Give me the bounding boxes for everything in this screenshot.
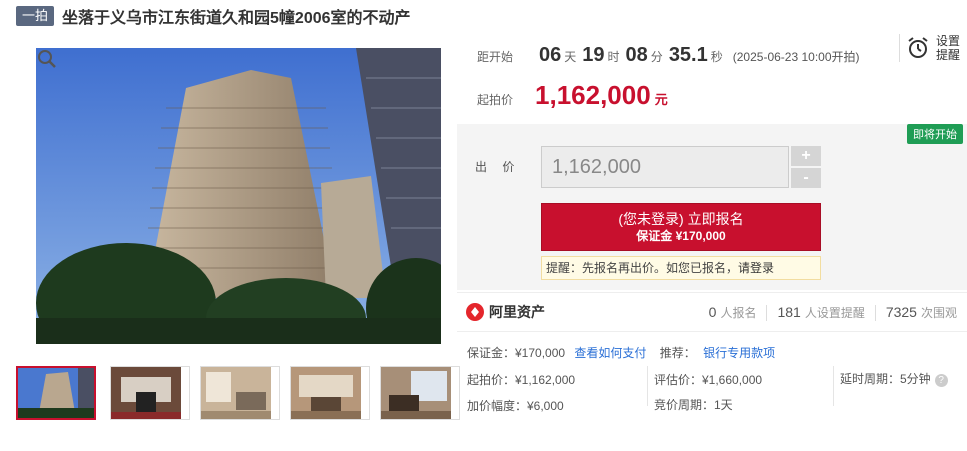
how-to-pay-link[interactable]: 查看如何支付 — [574, 346, 646, 360]
thumbnail-4[interactable] — [290, 366, 370, 420]
start-price-unit: 元 — [654, 92, 668, 107]
thumbnail-1[interactable] — [16, 366, 96, 420]
bid-increment: 加价幅度：¥6,000 — [467, 399, 564, 413]
reminder-label: 设置 提醒 — [936, 34, 962, 62]
signup-count-label: 人报名 — [720, 306, 757, 320]
view-count: 7325 — [885, 304, 917, 320]
decrease-bid-button[interactable]: - — [791, 168, 821, 188]
thumbnail-3[interactable] — [200, 366, 280, 420]
reminder-count-label: 人设置提醒 — [804, 306, 865, 320]
bid-cycle: 竞价周期：1天 — [654, 398, 733, 412]
reminder-count: 181 — [777, 304, 801, 320]
start-price-value: 1,162,000 — [535, 80, 651, 110]
bid-amount-input[interactable]: 1,162,000 — [541, 146, 789, 188]
platform-logo[interactable]: 阿里资产 — [465, 302, 545, 322]
alarm-clock-icon — [908, 37, 928, 58]
signup-deposit-label: 保证金 ¥170,000 — [636, 229, 726, 243]
building-photo — [36, 48, 441, 344]
increase-bid-button[interactable]: + — [791, 146, 821, 166]
column-divider — [833, 366, 834, 406]
signup-button[interactable]: (您未登录) 立即报名 保证金 ¥170,000 — [541, 203, 821, 251]
column-divider — [647, 366, 648, 406]
appraisal-price: 评估价：¥1,660,000 — [654, 373, 763, 387]
countdown: 距开始 06 天 19 时 08 分 35.1 秒 (2025-06-23 10… — [477, 44, 860, 67]
extension-period: 延时周期：5分钟? — [840, 370, 948, 387]
view-count-label: 次围观 — [920, 306, 957, 320]
help-icon[interactable]: ? — [934, 374, 948, 387]
recommend-label: 推荐： — [659, 346, 696, 360]
bid-label: 出 价 — [475, 160, 521, 174]
ali-asset-logo-icon — [466, 303, 484, 321]
login-tip: 提醒：先报名再出价。如您已报名，请登录 — [541, 256, 821, 280]
countdown-seconds-unit: 秒 — [710, 50, 723, 64]
stat-divider — [766, 304, 768, 321]
auction-stats: 0 人报名 181 人设置提醒 7325 次围观 — [709, 304, 957, 321]
reminder-label-line1: 设置 — [936, 34, 961, 48]
signup-count: 0 — [708, 304, 717, 320]
countdown-label: 距开始 — [477, 50, 514, 64]
set-reminder-button[interactable]: 设置 提醒 — [899, 34, 962, 62]
platform-row: 阿里资产 0 人报名 181 人设置提醒 7325 次围观 — [457, 292, 967, 332]
extension-period-text: 延时周期：5分钟 — [840, 372, 931, 386]
countdown-hours: 19 — [582, 44, 605, 66]
stat-divider — [874, 304, 876, 321]
countdown-seconds: 35.1 — [668, 44, 708, 66]
login-link[interactable]: 请登录 — [738, 261, 774, 275]
reminder-label-line2: 提醒 — [936, 48, 961, 62]
deposit-info: 保证金：¥170,000 — [467, 346, 566, 360]
deposit-row: 保证金：¥170,000 查看如何支付 推荐： 银行专用款项 — [467, 344, 775, 361]
start-price-label: 起拍价 — [477, 93, 514, 107]
tip-text: 提醒：先报名再出价。如您已报名， — [546, 261, 739, 275]
page-title: 坐落于义乌市江东街道久和园5幢2006室的不动产 — [62, 10, 411, 27]
bank-payment-link[interactable]: 银行专用款项 — [703, 346, 775, 360]
start-price: 起拍价 1,162,000 元 — [477, 80, 668, 111]
countdown-days: 06 — [539, 44, 562, 66]
countdown-minutes: 08 — [625, 44, 648, 66]
auction-round-badge: 一拍 — [16, 6, 55, 26]
status-badge: 即将开始 — [907, 124, 963, 144]
main-property-image[interactable] — [16, 43, 461, 344]
thumbnail-2[interactable] — [110, 366, 190, 420]
title-row: 一拍 坐落于义乌市江东街道久和园5幢2006室的不动产 — [16, 5, 411, 27]
countdown-days-unit: 天 — [564, 50, 577, 64]
platform-name: 阿里资产 — [489, 304, 545, 320]
countdown-hours-unit: 时 — [607, 50, 620, 64]
bid-stepper: + - — [791, 146, 821, 190]
zoom-icon[interactable] — [36, 48, 58, 70]
bid-panel: 即将开始 出 价 1,162,000 + - (您未登录) 立即报名 保证金 ¥… — [457, 124, 967, 290]
auction-start-time: (2025-06-23 10:00开拍) — [732, 50, 860, 64]
thumbnail-5[interactable] — [380, 366, 460, 420]
signup-button-label: (您未登录) 立即报名 — [618, 211, 744, 227]
start-price-detail: 起拍价：¥1,162,000 — [467, 373, 576, 387]
countdown-minutes-unit: 分 — [650, 50, 663, 64]
